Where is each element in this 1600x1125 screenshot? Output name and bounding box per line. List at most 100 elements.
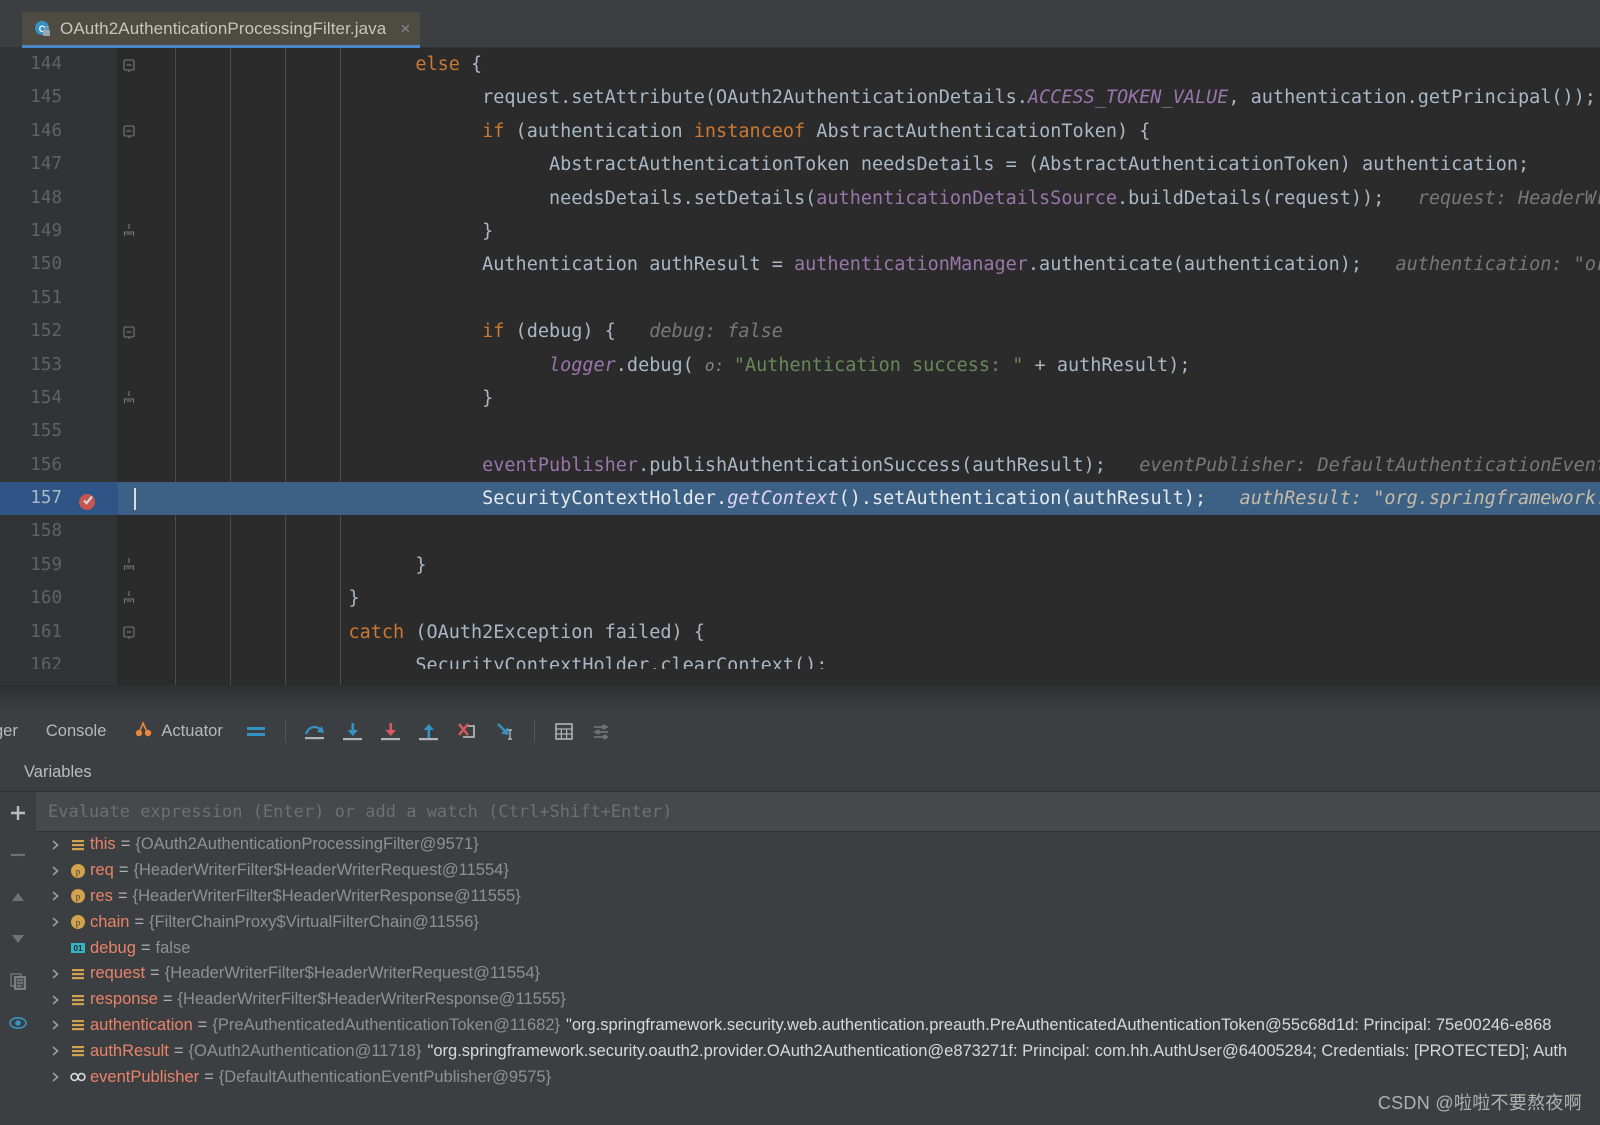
code-line[interactable]: 148 needsDetails.setDetails(authenticati… — [0, 182, 1600, 215]
code-line[interactable]: 146 if (authentication instanceof Abstra… — [0, 115, 1600, 148]
toolbar-separator-1 — [284, 720, 286, 742]
fold-marker[interactable] — [120, 115, 138, 148]
tab-variables[interactable]: Variables — [24, 752, 92, 792]
code-line[interactable]: 147 AbstractAuthenticationToken needsDet… — [0, 148, 1600, 181]
code-lines[interactable]: 144 else {145 request.setAttribute(OAuth… — [0, 48, 1600, 669]
code-line[interactable]: 145 request.setAttribute(OAuth2Authentic… — [0, 81, 1600, 114]
panel-divider[interactable] — [0, 685, 1600, 710]
code-line[interactable]: 149 } — [0, 215, 1600, 248]
debugger-toolbar: ger Console Actuator — [0, 710, 1600, 752]
code-line[interactable]: 161 catch (OAuth2Exception failed) { — [0, 616, 1600, 649]
variable-row[interactable]: p req = {HeaderWriterFilter$HeaderWriterReq… — [36, 858, 1600, 884]
code-line[interactable]: 150 Authentication authResult = authenti… — [0, 248, 1600, 281]
code-text: } — [348, 588, 360, 610]
code-line[interactable]: 162 SecurityContextHolder.clearContext()… — [0, 649, 1600, 669]
code-line[interactable]: 152 if (debug) { debug: false — [0, 315, 1600, 348]
code-line[interactable]: 160 } — [0, 582, 1600, 615]
chevron-right-icon[interactable] — [44, 1071, 66, 1083]
variable-row[interactable]: p res = {HeaderWriterFilter$HeaderWriterRes… — [36, 884, 1600, 910]
remove-watch-button[interactable] — [0, 834, 36, 876]
code-text: catch (OAuth2Exception failed) { — [348, 621, 705, 643]
tab-actuator[interactable]: Actuator — [120, 710, 236, 752]
tab-actuator-label: Actuator — [161, 721, 223, 740]
line-number: 162 — [30, 655, 62, 670]
fold-marker[interactable] — [120, 215, 138, 248]
close-icon[interactable]: × — [400, 20, 410, 37]
chevron-right-icon[interactable] — [44, 994, 66, 1006]
code-text: AbstractAuthenticationToken needsDetails… — [548, 154, 1530, 176]
code-line[interactable]: 155 — [0, 415, 1600, 448]
code-text: logger.debug( o: "Authentication success… — [548, 354, 1191, 376]
variable-row[interactable]: this = {OAuth2AuthenticationProcessingFilt… — [36, 832, 1600, 858]
tab-console[interactable]: Console — [32, 710, 121, 752]
breakpoint-icon[interactable] — [78, 489, 98, 511]
code-line[interactable]: 153 logger.debug( o: "Authentication suc… — [0, 349, 1600, 382]
step-into-button[interactable] — [337, 715, 369, 747]
variable-name: req — [90, 861, 114, 880]
parameter-icon: p — [66, 914, 90, 930]
variable-row[interactable]: authentication = {PreAuthenticatedAuthenti… — [36, 1013, 1600, 1039]
variable-name: request — [90, 964, 146, 983]
variable-row[interactable]: authResult = {OAuth2Authentication@11718} "… — [36, 1038, 1600, 1064]
variable-name: chain — [90, 912, 130, 931]
step-over-button[interactable] — [299, 715, 331, 747]
copy-icon[interactable] — [0, 960, 36, 1002]
force-step-into-button[interactable] — [375, 715, 407, 747]
chevron-right-icon[interactable] — [44, 968, 66, 980]
line-number: 161 — [30, 621, 62, 642]
variable-equals: = — [150, 964, 160, 983]
variable-row[interactable]: request = {HeaderWriterFilter$HeaderWriter… — [36, 961, 1600, 987]
fold-marker[interactable] — [120, 616, 138, 649]
line-number: 146 — [30, 120, 62, 141]
code-line[interactable]: 144 else { — [0, 48, 1600, 81]
code-line[interactable]: 156 eventPublisher.publishAuthentication… — [0, 449, 1600, 482]
move-up-button[interactable] — [0, 876, 36, 918]
fold-marker[interactable] — [120, 315, 138, 348]
variable-row[interactable]: response = {HeaderWriterFilter$HeaderWrite… — [36, 987, 1600, 1013]
code-text: needsDetails.setDetails(authenticationDe… — [548, 187, 1600, 209]
code-line[interactable]: 158 — [0, 515, 1600, 548]
fold-marker[interactable] — [120, 382, 138, 415]
line-number: 155 — [30, 421, 62, 442]
variable-row[interactable]: 01 debug = false — [36, 935, 1600, 961]
variables-side-rail — [0, 792, 36, 1125]
line-number: 158 — [30, 521, 62, 542]
chevron-right-icon[interactable] — [44, 1019, 66, 1031]
variable-value: {OAuth2AuthenticationProcessingFilter@95… — [135, 835, 479, 854]
add-watch-button[interactable] — [0, 792, 36, 834]
variable-name: response — [90, 990, 158, 1009]
fold-marker[interactable] — [120, 549, 138, 582]
chevron-right-icon[interactable] — [44, 1045, 66, 1057]
editor-tab-oauth2filter[interactable]: C OAuth2AuthenticationProcessingFilter.j… — [22, 12, 421, 48]
move-down-button[interactable] — [0, 918, 36, 960]
evaluate-expression-button[interactable] — [548, 715, 580, 747]
actuator-icon — [134, 720, 154, 743]
fold-marker[interactable] — [120, 48, 138, 81]
eye-icon[interactable] — [0, 1002, 36, 1044]
variable-name: eventPublisher — [90, 1067, 200, 1086]
code-editor[interactable]: 144 else {145 request.setAttribute(OAuth… — [0, 48, 1600, 685]
chevron-right-icon[interactable] — [44, 916, 66, 928]
code-text: else { — [415, 54, 483, 75]
chevron-right-icon[interactable] — [44, 839, 66, 851]
variables-tree[interactable]: this = {OAuth2AuthenticationProcessingFilt… — [36, 832, 1600, 1125]
run-to-cursor-button[interactable] — [489, 715, 521, 747]
code-line[interactable]: 154 } — [0, 382, 1600, 415]
variable-row[interactable]: p chain = {FilterChainProxy$VirtualFilterCh… — [36, 909, 1600, 935]
tab-debugger[interactable]: ger — [0, 710, 32, 752]
settings-button[interactable] — [586, 715, 618, 747]
show-execution-point-button[interactable] — [240, 715, 272, 747]
variable-row[interactable]: eventPublisher = {DefaultAuthenticationEve… — [36, 1064, 1600, 1090]
step-out-button[interactable] — [413, 715, 445, 747]
chevron-right-icon[interactable] — [44, 890, 66, 902]
code-line[interactable]: 159 } — [0, 549, 1600, 582]
code-line-execution[interactable]: 157 SecurityContextHolder.getContext().s… — [0, 482, 1600, 516]
editor-tab-label: OAuth2AuthenticationProcessingFilter.jav… — [60, 18, 387, 38]
code-line[interactable]: 151 — [0, 282, 1600, 315]
evaluate-expression-field[interactable]: Evaluate expression (Enter) or add a wat… — [36, 792, 1600, 832]
chevron-right-icon[interactable] — [44, 865, 66, 877]
line-number: 157 — [30, 488, 62, 509]
drop-frame-button[interactable] — [451, 715, 483, 747]
fold-marker[interactable] — [120, 582, 138, 615]
